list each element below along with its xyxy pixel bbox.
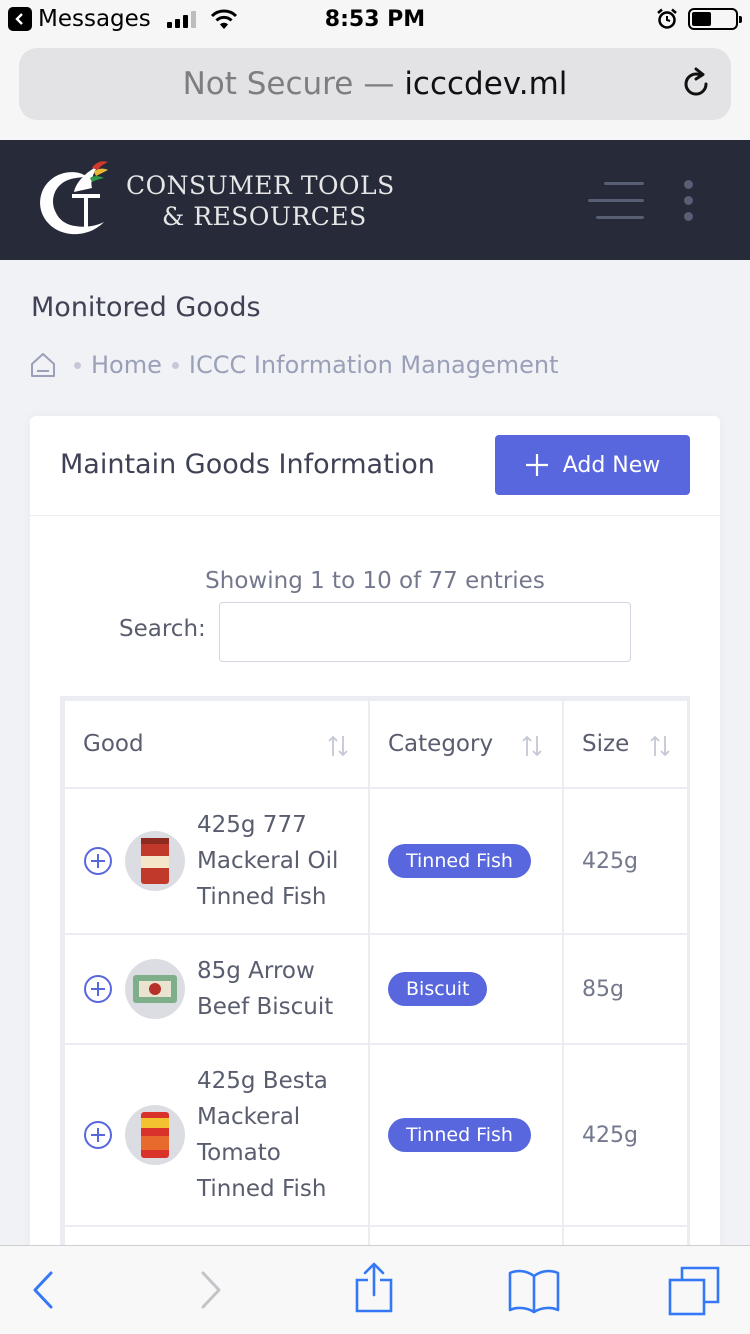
security-label: Not Secure bbox=[182, 66, 354, 102]
product-image bbox=[125, 831, 185, 891]
clock: 8:53 PM bbox=[324, 7, 426, 32]
good-name-line: Tinned Fish bbox=[197, 884, 327, 910]
tabs-icon[interactable] bbox=[668, 1266, 720, 1316]
card-title: Maintain Goods Information bbox=[60, 449, 435, 480]
battery-icon bbox=[688, 8, 742, 30]
expand-row-icon[interactable] bbox=[83, 1120, 113, 1150]
url-domain: icccdev.ml bbox=[404, 66, 568, 102]
browser-chrome: Not Secure — icccdev.ml bbox=[0, 40, 750, 140]
status-bar: Messages 8:53 PM bbox=[0, 0, 750, 40]
category-badge: Tinned Fish bbox=[388, 1118, 531, 1152]
home-icon[interactable] bbox=[30, 352, 56, 378]
add-new-button[interactable]: Add New bbox=[495, 435, 690, 495]
column-header-size[interactable]: Size bbox=[562, 699, 687, 789]
good-name: 85g Arrow Beef Biscuit bbox=[197, 953, 333, 1025]
product-image bbox=[125, 1105, 185, 1165]
breadcrumb: Home ICCC Information Management bbox=[30, 351, 559, 379]
good-name: 425g Besta Mackeral Tomato Tinned Fish bbox=[197, 1063, 328, 1207]
column-label-category: Category bbox=[388, 731, 494, 757]
site-header: CONSUMER TOOLS & RESOURCES bbox=[0, 140, 750, 260]
product-image bbox=[125, 959, 185, 1019]
goods-table: Good Category Size 425g 777 Mackeral Oil… bbox=[60, 696, 690, 1334]
table-row: 425g Besta Mackeral Tomato Tinned Fish T… bbox=[63, 1043, 687, 1227]
entries-info: Showing 1 to 10 of 77 entries bbox=[205, 568, 545, 594]
expand-row-icon[interactable] bbox=[83, 974, 113, 1004]
sort-icon[interactable] bbox=[648, 734, 672, 758]
expand-row-icon[interactable] bbox=[83, 846, 113, 876]
alarm-icon bbox=[657, 8, 677, 29]
breadcrumb-iccc[interactable]: ICCC Information Management bbox=[189, 351, 559, 379]
goods-card: Maintain Goods Information Add New Showi… bbox=[30, 416, 720, 1334]
column-label-size: Size bbox=[582, 731, 630, 757]
column-header-good[interactable]: Good bbox=[63, 699, 370, 789]
breadcrumb-home[interactable]: Home bbox=[91, 351, 162, 379]
brand-logo-icon[interactable] bbox=[34, 158, 110, 240]
sort-icon[interactable] bbox=[520, 734, 544, 758]
url-separator: — bbox=[363, 66, 395, 102]
good-name-line: Tinned Fish bbox=[197, 1176, 327, 1202]
category-badge: Biscuit bbox=[388, 972, 488, 1006]
bookmarks-icon[interactable] bbox=[508, 1268, 560, 1314]
good-name-line: 425g 777 bbox=[197, 812, 307, 838]
table-row: 425g 777 Mackeral Oil Tinned Fish Tinned… bbox=[63, 787, 687, 935]
size-cell: 425g bbox=[562, 787, 687, 935]
brand-line-1: CONSUMER TOOLS bbox=[126, 171, 395, 200]
column-header-category[interactable]: Category bbox=[368, 699, 564, 789]
forward-icon[interactable] bbox=[200, 1270, 222, 1310]
table-row: 85g Arrow Beef Biscuit Biscuit 85g bbox=[63, 933, 687, 1045]
good-name-line: Mackeral bbox=[197, 1104, 301, 1130]
menu-toggle-button[interactable] bbox=[588, 182, 644, 220]
back-icon[interactable] bbox=[32, 1270, 54, 1310]
good-name: 425g 777 Mackeral Oil Tinned Fish bbox=[197, 807, 338, 915]
search-label: Search: bbox=[119, 616, 206, 642]
good-name-line: Beef Biscuit bbox=[197, 994, 334, 1020]
good-name-line: Mackeral Oil bbox=[197, 848, 339, 874]
reload-icon[interactable] bbox=[679, 67, 713, 101]
plus-icon bbox=[525, 454, 548, 476]
category-badge: Tinned Fish bbox=[388, 844, 531, 878]
address-bar[interactable]: Not Secure — icccdev.ml bbox=[19, 48, 731, 120]
card-header: Maintain Goods Information Add New bbox=[30, 416, 720, 516]
good-name-line: Tomato bbox=[197, 1140, 281, 1166]
add-new-label: Add New bbox=[562, 452, 661, 478]
size-cell: 425g bbox=[562, 1043, 687, 1227]
share-icon[interactable] bbox=[354, 1262, 394, 1314]
sort-icon[interactable] bbox=[326, 734, 350, 758]
browser-toolbar bbox=[0, 1245, 750, 1334]
search-input[interactable] bbox=[219, 602, 631, 662]
brand-name: CONSUMER TOOLS & RESOURCES bbox=[126, 170, 395, 232]
size-cell: 85g bbox=[562, 933, 687, 1045]
more-options-icon[interactable] bbox=[684, 180, 696, 221]
brand-line-2: & RESOURCES bbox=[162, 202, 367, 231]
good-name-line: 425g Besta bbox=[197, 1068, 328, 1094]
column-label-good: Good bbox=[83, 731, 144, 757]
good-name-line: 85g Arrow bbox=[197, 958, 315, 984]
page-title: Monitored Goods bbox=[31, 292, 261, 323]
